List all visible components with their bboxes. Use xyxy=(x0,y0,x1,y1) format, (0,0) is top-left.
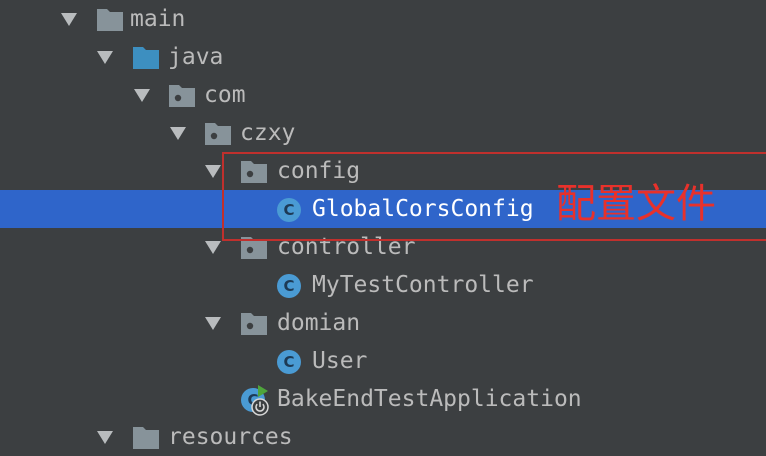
tree-item-label: resources xyxy=(168,424,293,450)
tree-item-label: config xyxy=(277,158,361,184)
expand-arrow-icon[interactable] xyxy=(97,51,113,64)
tree-item-label: domian xyxy=(277,310,361,336)
tree-item-label: controller xyxy=(277,234,416,260)
tree-item-label: GlobalCorsConfig xyxy=(312,196,534,222)
tree-item-java[interactable]: java xyxy=(0,38,766,76)
package-icon xyxy=(241,237,267,259)
package-icon xyxy=(205,123,231,145)
package-icon xyxy=(241,161,267,183)
expand-arrow-icon[interactable] xyxy=(205,317,221,330)
tree-item-label: czxy xyxy=(240,120,296,146)
tree-item-mytestcontroller[interactable]: C MyTestController xyxy=(0,266,766,304)
folder-icon xyxy=(97,9,123,31)
package-icon xyxy=(241,313,267,335)
class-icon: C xyxy=(277,198,301,222)
expand-arrow-icon[interactable] xyxy=(170,127,186,140)
tree-item-resources[interactable]: resources xyxy=(0,418,766,456)
expand-arrow-icon[interactable] xyxy=(134,89,150,102)
expand-arrow-icon[interactable] xyxy=(61,13,77,26)
tree-item-bakeendtestapplication[interactable]: C BakeEndTestApplication xyxy=(0,380,766,418)
expand-arrow-icon[interactable] xyxy=(205,241,221,254)
tree-item-label: com xyxy=(204,82,246,108)
tree-item-czxy[interactable]: czxy xyxy=(0,114,766,152)
run-arrow-icon xyxy=(258,385,268,397)
tree-item-controller[interactable]: controller xyxy=(0,228,766,266)
power-icon xyxy=(251,398,269,416)
resources-folder-icon xyxy=(133,427,159,449)
package-icon xyxy=(169,85,195,107)
annotation-label: 配置文件 xyxy=(556,181,716,227)
tree-item-domian[interactable]: domian xyxy=(0,304,766,342)
class-icon: C xyxy=(277,274,301,298)
tree-item-label: BakeEndTestApplication xyxy=(277,386,582,412)
tree-item-main[interactable]: main xyxy=(0,0,766,38)
tree-item-label: main xyxy=(130,6,186,32)
tree-item-com[interactable]: com xyxy=(0,76,766,114)
source-folder-icon xyxy=(133,47,159,69)
tree-item-label: User xyxy=(312,348,368,374)
tree-item-user[interactable]: C User xyxy=(0,342,766,380)
expand-arrow-icon[interactable] xyxy=(205,165,221,178)
tree-item-label: java xyxy=(168,44,224,70)
tree-item-label: MyTestController xyxy=(312,272,534,298)
class-icon: C xyxy=(277,350,301,374)
